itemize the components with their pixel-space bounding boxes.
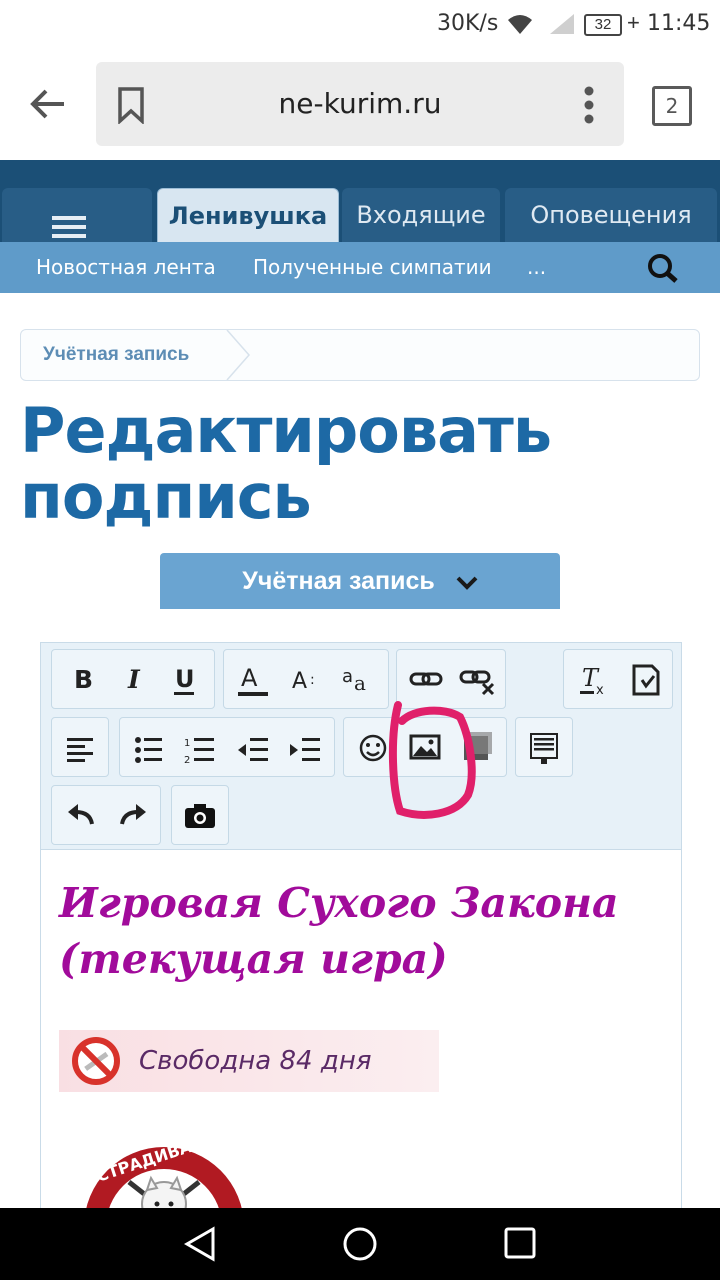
status-bar: 30K/s 32 + 11:45 [0,0,720,50]
charging-icon: + [627,10,640,35]
undo-icon[interactable] [56,786,106,844]
font-size-button[interactable]: A: [280,650,330,708]
camera-group [171,785,229,845]
subnav-more[interactable]: ... [527,242,546,293]
svg-text:x: x [596,683,604,698]
font-family-button[interactable]: aa [332,650,382,708]
subnav-received-likes[interactable]: Полученные симпатии [253,242,492,293]
breadcrumb: Учётная запись [20,329,700,381]
highlight-annotation [384,697,480,821]
svg-text:a: a [354,671,366,695]
bullet-list-icon[interactable] [124,718,174,776]
numbered-list-icon[interactable]: 12 [176,718,226,776]
svg-text:a: a [342,666,353,687]
page-title: Редактировать подпись [20,394,552,533]
chevron-down-icon [456,554,478,610]
system-navigation-bar [0,1208,720,1280]
svg-text:1: 1 [184,738,190,749]
hamburger-menu-button[interactable] [2,188,152,242]
tab-user[interactable]: Ленивушка [157,188,339,243]
indent-icon[interactable] [280,718,330,776]
align-left-icon[interactable] [55,718,105,776]
list-group: 12 [119,717,335,777]
nav-back-icon[interactable] [183,1226,217,1267]
svg-text:I: I [127,665,141,694]
browser-toolbar: ne-kurim.ru 2 [0,50,720,160]
clock: 11:45 [647,11,711,36]
counter-banner: Свободна 84 дня [59,1030,439,1092]
align-group [51,717,109,777]
camera-icon[interactable] [175,786,225,844]
clear-group: Tx [563,649,673,709]
history-group [51,785,161,845]
tab-alerts[interactable]: Оповещения [505,188,717,242]
breadcrumb-separator [225,329,251,385]
remove-format-icon[interactable]: Tx [568,650,618,708]
tab-inbox[interactable]: Входящие [342,188,500,242]
italic-button[interactable]: I [108,650,158,708]
sub-navigation: Новостная лента Полученные симпатии ... [0,242,720,293]
search-icon[interactable] [647,253,679,288]
url-text[interactable]: ne-kurim.ru [96,62,624,146]
nav-recents-icon[interactable] [504,1227,536,1264]
svg-text:2: 2 [184,755,190,766]
account-dropdown-button[interactable]: Учётная запись [160,553,560,609]
back-arrow-icon[interactable] [28,86,68,127]
signal-icon [548,12,576,41]
signature-editor: B I U A A: aa Tx 12 Игровая Сухого Закон… [40,642,682,1252]
nav-home-icon[interactable] [342,1226,378,1267]
svg-text:U: U [175,665,195,693]
banner-text: Свободна 84 дня [139,1046,372,1076]
bbcode-toggle-icon[interactable] [620,650,670,708]
svg-text:A: A [292,669,307,694]
svg-text:B: B [74,665,93,694]
account-dropdown-label: Учётная запись [242,567,435,595]
breadcrumb-item-account[interactable]: Учётная запись [43,330,189,380]
more-options-icon[interactable] [584,86,594,129]
template-group [515,717,573,777]
underline-button[interactable]: U [160,650,210,708]
main-nav-tabs: Ленивушка Входящие Оповещения [0,188,720,243]
text-color-button[interactable]: A [228,650,278,708]
outdent-icon[interactable] [228,718,278,776]
tab-switcher-button[interactable]: 2 [652,86,692,126]
font-group: A A: aa [223,649,389,709]
subnav-news-feed[interactable]: Новостная лента [36,242,216,293]
redo-icon[interactable] [108,786,158,844]
battery-icon: 32 [584,14,622,36]
text-format-group: B I U [51,649,215,709]
svg-text:A: A [241,664,258,692]
svg-text::: : [310,672,315,688]
editor-toolbar: B I U A A: aa Tx 12 [41,643,681,850]
no-smoking-icon [71,1036,121,1091]
signature-heading: Игровая Сухого Закона (текущая игра) [59,879,619,983]
editor-content-area[interactable]: Игровая Сухого Закона (текущая игра) Сво… [41,850,681,1252]
bold-button[interactable]: B [56,650,106,708]
insert-template-icon[interactable] [519,718,569,776]
wifi-icon [506,12,534,41]
address-bar[interactable]: ne-kurim.ru [96,62,624,146]
network-speed: 30K/s [437,11,499,36]
